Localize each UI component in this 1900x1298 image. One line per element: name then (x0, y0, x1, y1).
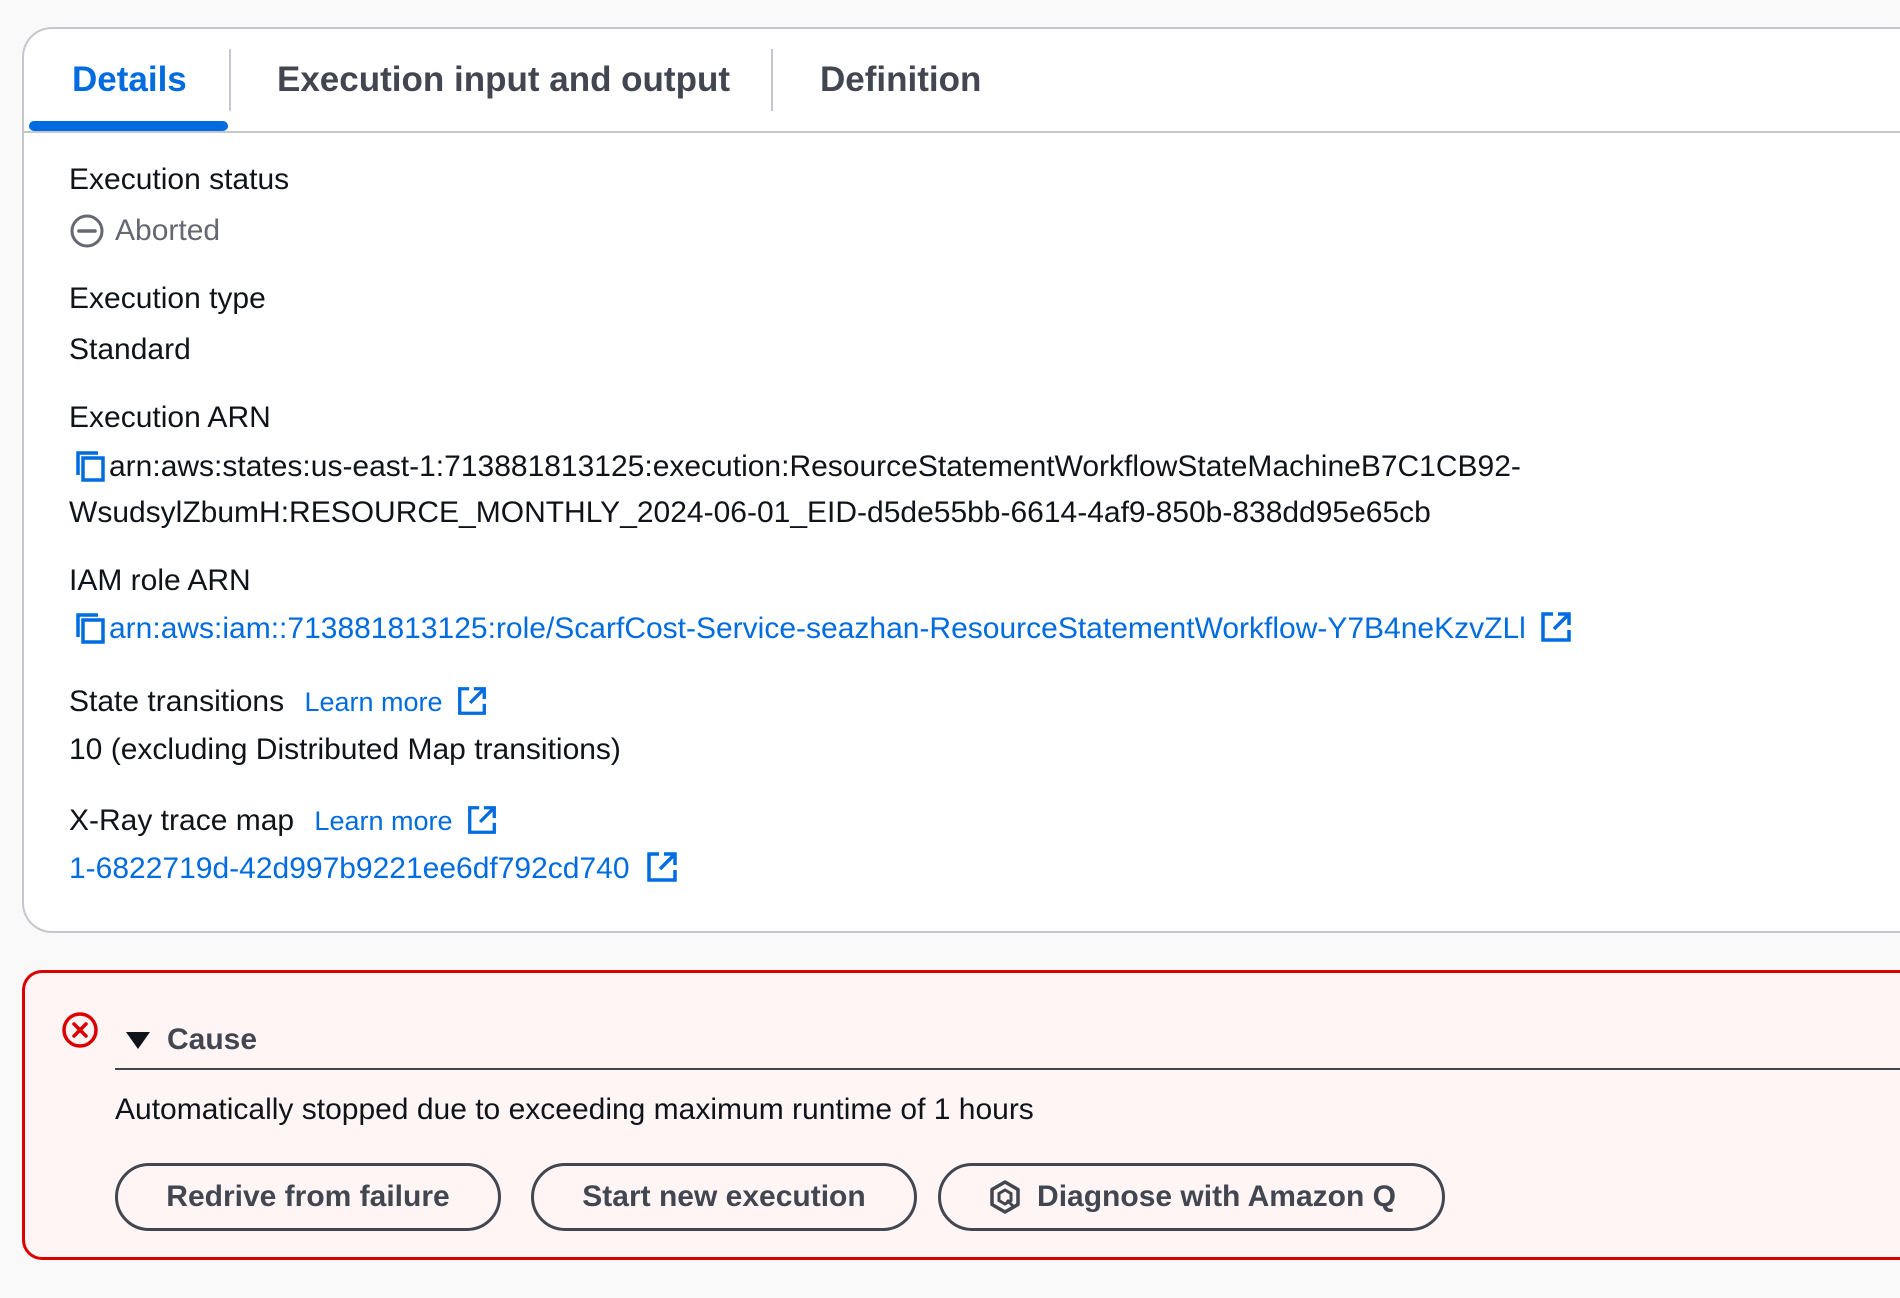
execution-type-value: Standard (69, 333, 191, 366)
tab-execution-input-output-label: Execution input and output (277, 60, 731, 99)
xray-trace-link[interactable]: 1-6822719d-42d997b9221ee6df792cd740 (69, 852, 630, 885)
cause-expander[interactable]: Cause (125, 1023, 257, 1057)
copy-icon[interactable] (69, 608, 109, 653)
cause-label: Cause (167, 1023, 258, 1056)
cause-divider (115, 1068, 1900, 1070)
iam-role-arn-value: arn:aws:iam::713881813125:role/ScarfCost… (69, 607, 1574, 653)
tab-details[interactable]: Details (72, 29, 187, 131)
external-link-icon[interactable] (1538, 609, 1574, 645)
aborted-status-icon (70, 214, 104, 248)
state-transitions-learn-more[interactable]: Learn more (304, 687, 442, 717)
xray-learn-more[interactable]: Learn more (314, 806, 452, 836)
state-transitions-value: 10 (excluding Distributed Map transition… (69, 733, 621, 766)
details-panel: Details Execution input and output Defin… (22, 27, 1900, 933)
iam-role-arn-link[interactable]: arn:aws:iam::713881813125:role/ScarfCost… (109, 612, 1526, 645)
execution-arn-label: Execution ARN (69, 401, 271, 434)
tab-details-label: Details (72, 60, 187, 99)
execution-arn-line1: arn:aws:states:us-east-1:713881813125:ex… (109, 450, 1521, 483)
external-link-icon[interactable] (644, 849, 680, 885)
external-link-icon[interactable] (465, 803, 499, 837)
amazon-q-icon (990, 1180, 1020, 1214)
iam-role-arn-label: IAM role ARN (69, 564, 251, 597)
copy-icon[interactable] (69, 446, 109, 491)
error-alert: Cause Automatically stopped due to excee… (22, 970, 1900, 1260)
state-transitions-label: State transitions (69, 685, 285, 718)
state-transitions-header: State transitions Learn more (69, 684, 489, 719)
execution-arn-line2: WsudsylZbumH:RESOURCE_MONTHLY_2024-06-01… (69, 495, 1431, 529)
tab-bar: Details Execution input and output Defin… (24, 29, 1900, 133)
tab-definition[interactable]: Definition (820, 29, 981, 131)
xray-trace-map-label: X-Ray trace map (69, 804, 295, 837)
tab-divider (229, 49, 231, 111)
execution-type-label: Execution type (69, 282, 266, 315)
diagnose-button-label: Diagnose with Amazon Q (1037, 1180, 1396, 1213)
redrive-from-failure-button[interactable]: Redrive from failure (115, 1163, 501, 1231)
execution-status-text: Aborted (115, 214, 221, 247)
diagnose-with-amazon-q-button[interactable]: Diagnose with Amazon Q (938, 1163, 1445, 1231)
execution-status-value: Aborted (69, 209, 220, 253)
external-link-icon[interactable] (455, 684, 489, 718)
caret-down-icon (126, 1032, 150, 1049)
execution-arn-value: arn:aws:states:us-east-1:713881813125:ex… (69, 445, 1629, 535)
error-icon (62, 1012, 98, 1048)
start-new-execution-button[interactable]: Start new execution (531, 1163, 917, 1231)
active-tab-indicator (29, 121, 228, 131)
xray-trace-value: 1-6822719d-42d997b9221ee6df792cd740 (69, 847, 680, 891)
execution-status-label: Execution status (69, 163, 290, 196)
tab-definition-label: Definition (820, 60, 982, 99)
xray-trace-map-header: X-Ray trace map Learn more (69, 803, 499, 838)
cause-text: Automatically stopped due to exceeding m… (115, 1093, 1034, 1126)
tab-execution-input-output[interactable]: Execution input and output (277, 29, 730, 131)
tab-divider (771, 49, 773, 111)
